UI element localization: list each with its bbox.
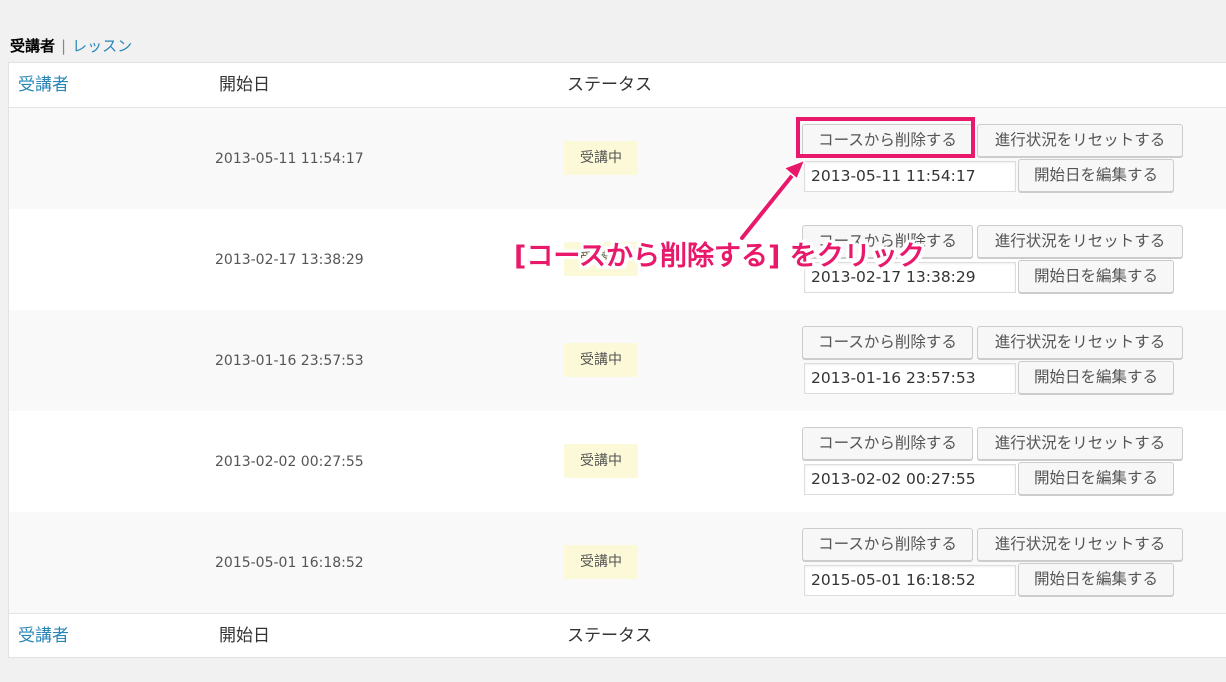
start-date-input[interactable]: 2013-02-02 00:27:55 <box>804 464 1016 495</box>
subnav: 受講者 | レッスン <box>10 36 132 56</box>
column-header-start-date: 開始日 <box>219 75 270 95</box>
start-date-text: 2013-01-16 23:57:53 <box>215 353 364 369</box>
reset-progress-button[interactable]: 進行状況をリセットする <box>977 326 1183 359</box>
column-header-status: ステータス <box>567 75 652 95</box>
start-date-input[interactable]: 2013-01-16 23:57:53 <box>804 363 1016 394</box>
subnav-link-lessons[interactable]: レッスン <box>72 37 132 55</box>
column-footer-status: ステータス <box>567 626 652 646</box>
table-row: 2013-01-16 23:57:53 受講中 コースから削除する 進行状況をリ… <box>9 310 1226 411</box>
status-badge: 受講中 <box>564 444 638 478</box>
edit-start-date-button[interactable]: 開始日を編集する <box>1018 260 1174 293</box>
learners-table: 受講者 開始日 ステータス 2013-05-11 11:54:17 受講中 コー… <box>8 62 1226 658</box>
status-badge: 受講中 <box>564 141 638 175</box>
remove-from-course-button[interactable]: コースから削除する <box>802 528 973 561</box>
annotation-callout: [コースから削除する] をクリック <box>514 241 925 272</box>
remove-from-course-button[interactable]: コースから削除する <box>802 427 973 460</box>
table-row: 2013-02-02 00:27:55 受講中 コースから削除する 進行状況をリ… <box>9 411 1226 512</box>
remove-from-course-button[interactable]: コースから削除する <box>802 326 973 359</box>
subnav-current-learners: 受講者 <box>10 37 56 55</box>
reset-progress-button[interactable]: 進行状況をリセットする <box>977 528 1183 561</box>
reset-progress-button[interactable]: 進行状況をリセットする <box>977 427 1183 460</box>
table-header: 受講者 開始日 ステータス <box>9 63 1226 108</box>
start-date-text: 2013-02-17 13:38:29 <box>215 252 364 268</box>
table-row: 2013-05-11 11:54:17 受講中 コースから削除する 進行状況をリ… <box>9 108 1226 209</box>
subnav-separator: | <box>61 37 67 55</box>
start-date-text: 2015-05-01 16:18:52 <box>215 555 364 571</box>
start-date-text: 2013-02-02 00:27:55 <box>215 454 364 470</box>
start-date-text: 2013-05-11 11:54:17 <box>215 151 364 167</box>
edit-start-date-button[interactable]: 開始日を編集する <box>1018 361 1174 394</box>
start-date-input[interactable]: 2015-05-01 16:18:52 <box>804 565 1016 596</box>
table-row: 2015-05-01 16:18:52 受講中 コースから削除する 進行状況をリ… <box>9 512 1226 613</box>
page: 受講者 | レッスン 受講者 開始日 ステータス 2013-05-11 11:54:… <box>0 0 1226 682</box>
edit-start-date-button[interactable]: 開始日を編集する <box>1018 563 1174 596</box>
reset-progress-button[interactable]: 進行状況をリセットする <box>977 124 1183 157</box>
status-badge: 受講中 <box>564 545 638 579</box>
table-footer: 受講者 開始日 ステータス <box>9 613 1226 658</box>
column-footer-start-date: 開始日 <box>219 626 270 646</box>
reset-progress-button[interactable]: 進行状況をリセットする <box>977 225 1183 258</box>
remove-from-course-button[interactable]: コースから削除する <box>802 124 973 157</box>
column-header-learner[interactable]: 受講者 <box>18 75 69 95</box>
column-footer-learner[interactable]: 受講者 <box>18 626 69 646</box>
start-date-input[interactable]: 2013-05-11 11:54:17 <box>804 161 1016 192</box>
edit-start-date-button[interactable]: 開始日を編集する <box>1018 462 1174 495</box>
status-badge: 受講中 <box>564 343 638 377</box>
edit-start-date-button[interactable]: 開始日を編集する <box>1018 159 1174 192</box>
